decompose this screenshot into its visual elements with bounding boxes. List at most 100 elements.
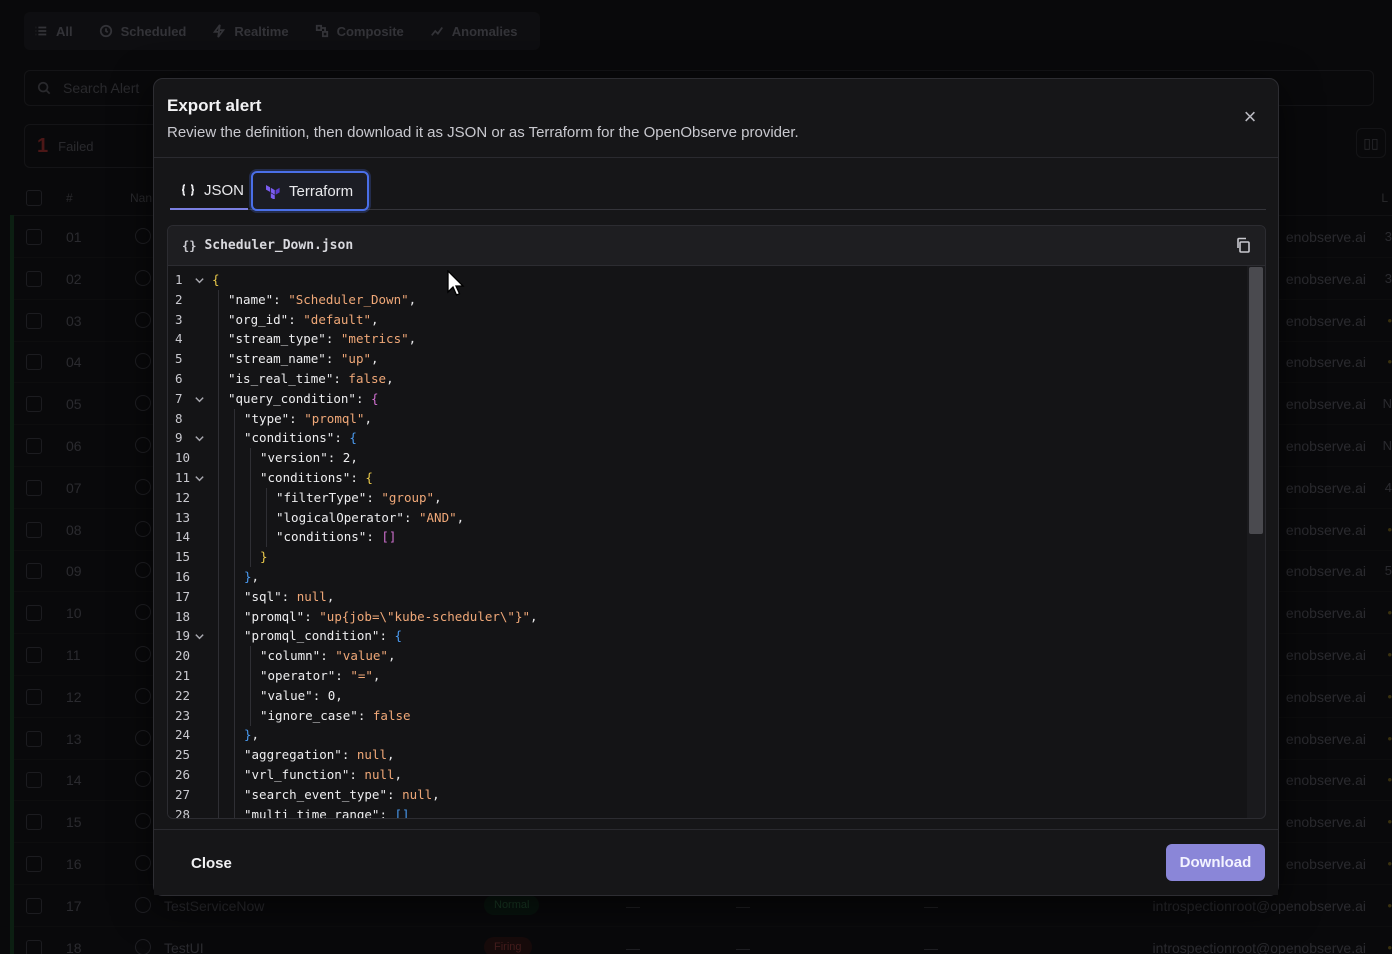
line-number: 10	[175, 450, 191, 466]
chevron-down-icon	[195, 476, 204, 482]
indent-guide	[218, 388, 219, 409]
code-line: 2 "name": "Scheduler_Down",	[168, 289, 1247, 310]
indent-guide	[218, 685, 219, 706]
line-number: 12	[175, 489, 191, 505]
code-token: "promql"	[244, 608, 305, 624]
indent-guide	[250, 685, 251, 706]
dialog-title: Export alert	[167, 96, 262, 115]
code-line: 11 "conditions": {	[168, 468, 1247, 488]
code-token: "sql"	[244, 588, 282, 604]
indent-guide	[234, 804, 235, 818]
fold-toggle[interactable]	[194, 468, 206, 490]
indent-guide	[250, 547, 251, 568]
code-token: null	[296, 588, 327, 604]
indent-guide	[250, 487, 251, 508]
indent-guide	[234, 428, 235, 449]
chevron-down-icon	[195, 396, 204, 403]
code-token: ,	[350, 450, 358, 466]
indent-guide	[234, 626, 235, 647]
line-number: 16	[175, 569, 191, 584]
code-token: :	[341, 747, 357, 763]
line-number: 6	[175, 371, 183, 386]
code-line: 13 "logicalOperator": "AND",	[168, 507, 1247, 528]
indent-guide	[218, 745, 219, 766]
code-line: 7 "query_condition": {	[168, 388, 1247, 411]
code-token: :	[355, 390, 371, 406]
dialog-description: Review the definition, then download it …	[167, 124, 799, 141]
copy-icon	[1237, 237, 1250, 253]
code-token: ,	[372, 668, 381, 683]
indent-guide	[250, 468, 251, 488]
code-token: "logicalOperator"	[276, 509, 404, 525]
indent-guide	[218, 289, 219, 310]
code-token: :	[379, 628, 395, 644]
code-token: ,	[386, 371, 394, 386]
code-token: "filterType"	[276, 489, 367, 505]
copy-button[interactable]	[1235, 237, 1253, 255]
code-editor[interactable]: 1{2 "name": "Scheduler_Down", 3 "org_id": "…	[168, 266, 1247, 818]
indent-guide	[218, 784, 219, 805]
code-token: :	[273, 291, 289, 307]
indent-guide	[234, 745, 235, 766]
indent-guide	[234, 666, 235, 686]
code-token: "up{job=\"kube-scheduler\"}"	[319, 608, 530, 624]
indent-guide	[250, 527, 251, 548]
indent-guide	[234, 468, 235, 488]
code-line: 22 "value": 0,	[168, 685, 1247, 706]
code-token: ,	[251, 569, 260, 584]
code-line: 16},	[168, 567, 1247, 587]
fold-toggle[interactable]	[194, 626, 206, 648]
indent-guide	[234, 527, 235, 548]
code-text: "org_id": "default",	[228, 310, 379, 330]
dialog-footer: Close Download	[154, 829, 1278, 895]
code-text: "filterType": "group",	[276, 488, 442, 508]
code-token: {	[349, 430, 357, 446]
fold-toggle[interactable]	[194, 389, 206, 411]
code-line: 14 "conditions": []	[168, 527, 1247, 548]
indent-guide	[250, 507, 251, 528]
code-token: false	[348, 371, 387, 386]
code-text: "column": "value",	[260, 646, 396, 666]
fold-toggle[interactable]	[194, 428, 206, 450]
code-token: :	[349, 767, 365, 782]
indent-guide	[218, 309, 219, 330]
fold-toggle[interactable]	[194, 270, 206, 292]
code-token: :	[403, 509, 419, 525]
terraform-icon	[266, 185, 280, 199]
line-number: 20	[175, 648, 191, 664]
code-token: "value"	[335, 648, 388, 664]
code-token: }	[244, 569, 252, 584]
tab-json-label: JSON	[204, 181, 245, 199]
line-number: 13	[175, 509, 191, 525]
code-scrollbar-thumb[interactable]	[1249, 267, 1263, 534]
indent-guide	[218, 349, 219, 370]
line-number: 2	[175, 291, 183, 307]
code-line: 4 "stream_type": "metrics",	[168, 329, 1247, 350]
code-text: "conditions": {	[244, 428, 357, 448]
code-token: "aggregation"	[244, 747, 342, 763]
line-number: 3	[175, 311, 183, 327]
code-token: :	[366, 489, 382, 505]
download-button[interactable]: Download	[1166, 844, 1265, 881]
file-json-icon: {}	[182, 238, 197, 253]
indent-guide	[218, 646, 219, 667]
braces-icon	[181, 184, 195, 196]
tab-terraform[interactable]: Terraform	[251, 171, 369, 211]
code-token: ,	[408, 291, 417, 307]
indent-guide	[250, 666, 251, 686]
indent-guide	[218, 487, 219, 508]
tab-json[interactable]: JSON	[170, 172, 248, 210]
close-icon[interactable]: ×	[1240, 106, 1260, 128]
indent-guide	[266, 487, 267, 508]
line-number: 4	[175, 331, 183, 347]
indent-guide	[234, 567, 235, 587]
close-button[interactable]: Close	[176, 846, 247, 880]
code-line: 25 "aggregation": null,	[168, 745, 1247, 766]
code-token: ,	[371, 311, 379, 327]
chevron-down-icon	[195, 278, 204, 284]
code-token: :	[289, 410, 305, 426]
code-token: ,	[326, 588, 335, 604]
code-text: "stream_name": "up",	[228, 349, 379, 369]
code-token: }	[244, 727, 252, 743]
code-token: "stream_type"	[228, 331, 326, 347]
